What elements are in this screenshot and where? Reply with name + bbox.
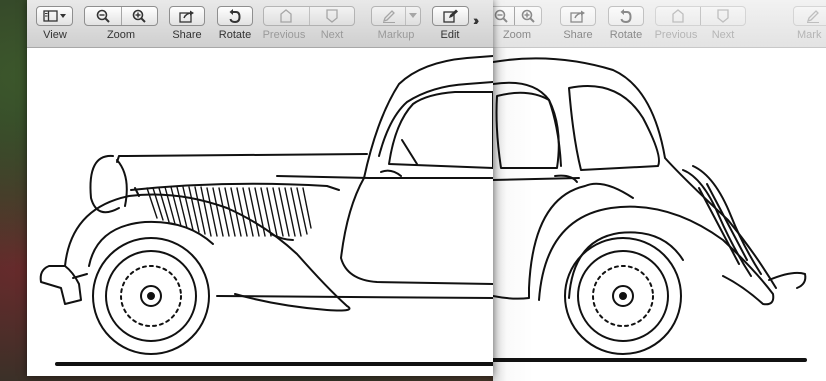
zoom-buttons[interactable] xyxy=(84,6,158,26)
previous-label-back: Previous xyxy=(654,29,698,41)
toolbar: View Zoom Share Rotate Previous Next Mar… xyxy=(27,0,493,48)
view-button[interactable] xyxy=(36,6,73,26)
toolbar-back: Zoom Share Rotate Previous Next Mark xyxy=(493,0,826,48)
share-button[interactable] xyxy=(169,6,205,26)
markup-label: Markup xyxy=(377,29,415,41)
markup-pen-icon[interactable] xyxy=(372,7,405,25)
markup-button[interactable] xyxy=(371,6,421,26)
rotate-icon xyxy=(229,9,241,23)
page-nav-buttons[interactable] xyxy=(263,6,355,26)
zoom-label: Zoom xyxy=(106,29,136,41)
previous-page-icon[interactable] xyxy=(656,7,700,25)
next-page-icon[interactable] xyxy=(700,7,745,25)
rotate-button[interactable] xyxy=(217,6,253,26)
toolbar-overflow-icon[interactable]: ›› xyxy=(473,12,480,28)
previous-page-icon[interactable] xyxy=(264,7,309,25)
preview-window-back[interactable]: Zoom Share Rotate Previous Next Mark xyxy=(493,0,826,381)
document-view xyxy=(27,48,493,376)
chevron-down-icon[interactable] xyxy=(405,7,420,25)
document-view-back xyxy=(493,48,826,381)
share-label-back: Share xyxy=(563,29,593,41)
edit-button[interactable] xyxy=(432,6,469,26)
car-drawing-right-half xyxy=(493,57,807,362)
markup-label-back: Mark xyxy=(797,29,822,41)
next-page-icon[interactable] xyxy=(308,7,355,25)
zoom-label-back: Zoom xyxy=(502,29,532,41)
markup-pen-icon xyxy=(806,10,819,23)
page-nav-buttons-back[interactable] xyxy=(655,6,746,26)
share-button-back[interactable] xyxy=(560,6,596,26)
view-label: View xyxy=(43,29,67,41)
share-label: Share xyxy=(172,29,202,41)
next-label-back: Next xyxy=(711,29,735,41)
next-label: Next xyxy=(320,29,344,41)
sidebar-view-icon xyxy=(42,10,66,22)
rotate-icon xyxy=(620,9,632,23)
share-icon xyxy=(179,10,194,23)
zoom-buttons-back[interactable] xyxy=(493,6,542,26)
rotate-label-back: Rotate xyxy=(609,29,643,41)
rotate-button-back[interactable] xyxy=(608,6,644,26)
zoom-out-icon[interactable] xyxy=(493,7,514,25)
zoom-in-icon[interactable] xyxy=(120,7,158,25)
preview-window[interactable]: View Zoom Share Rotate Previous Next Mar… xyxy=(27,0,493,376)
rotate-label: Rotate xyxy=(218,29,252,41)
zoom-out-icon[interactable] xyxy=(85,7,121,25)
car-drawing-left-half xyxy=(39,55,493,366)
edit-icon xyxy=(442,9,458,23)
previous-label: Previous xyxy=(262,29,306,41)
markup-button-back[interactable] xyxy=(793,6,826,26)
edit-label: Edit xyxy=(440,29,460,41)
share-icon xyxy=(570,10,585,23)
zoom-in-icon[interactable] xyxy=(514,7,541,25)
